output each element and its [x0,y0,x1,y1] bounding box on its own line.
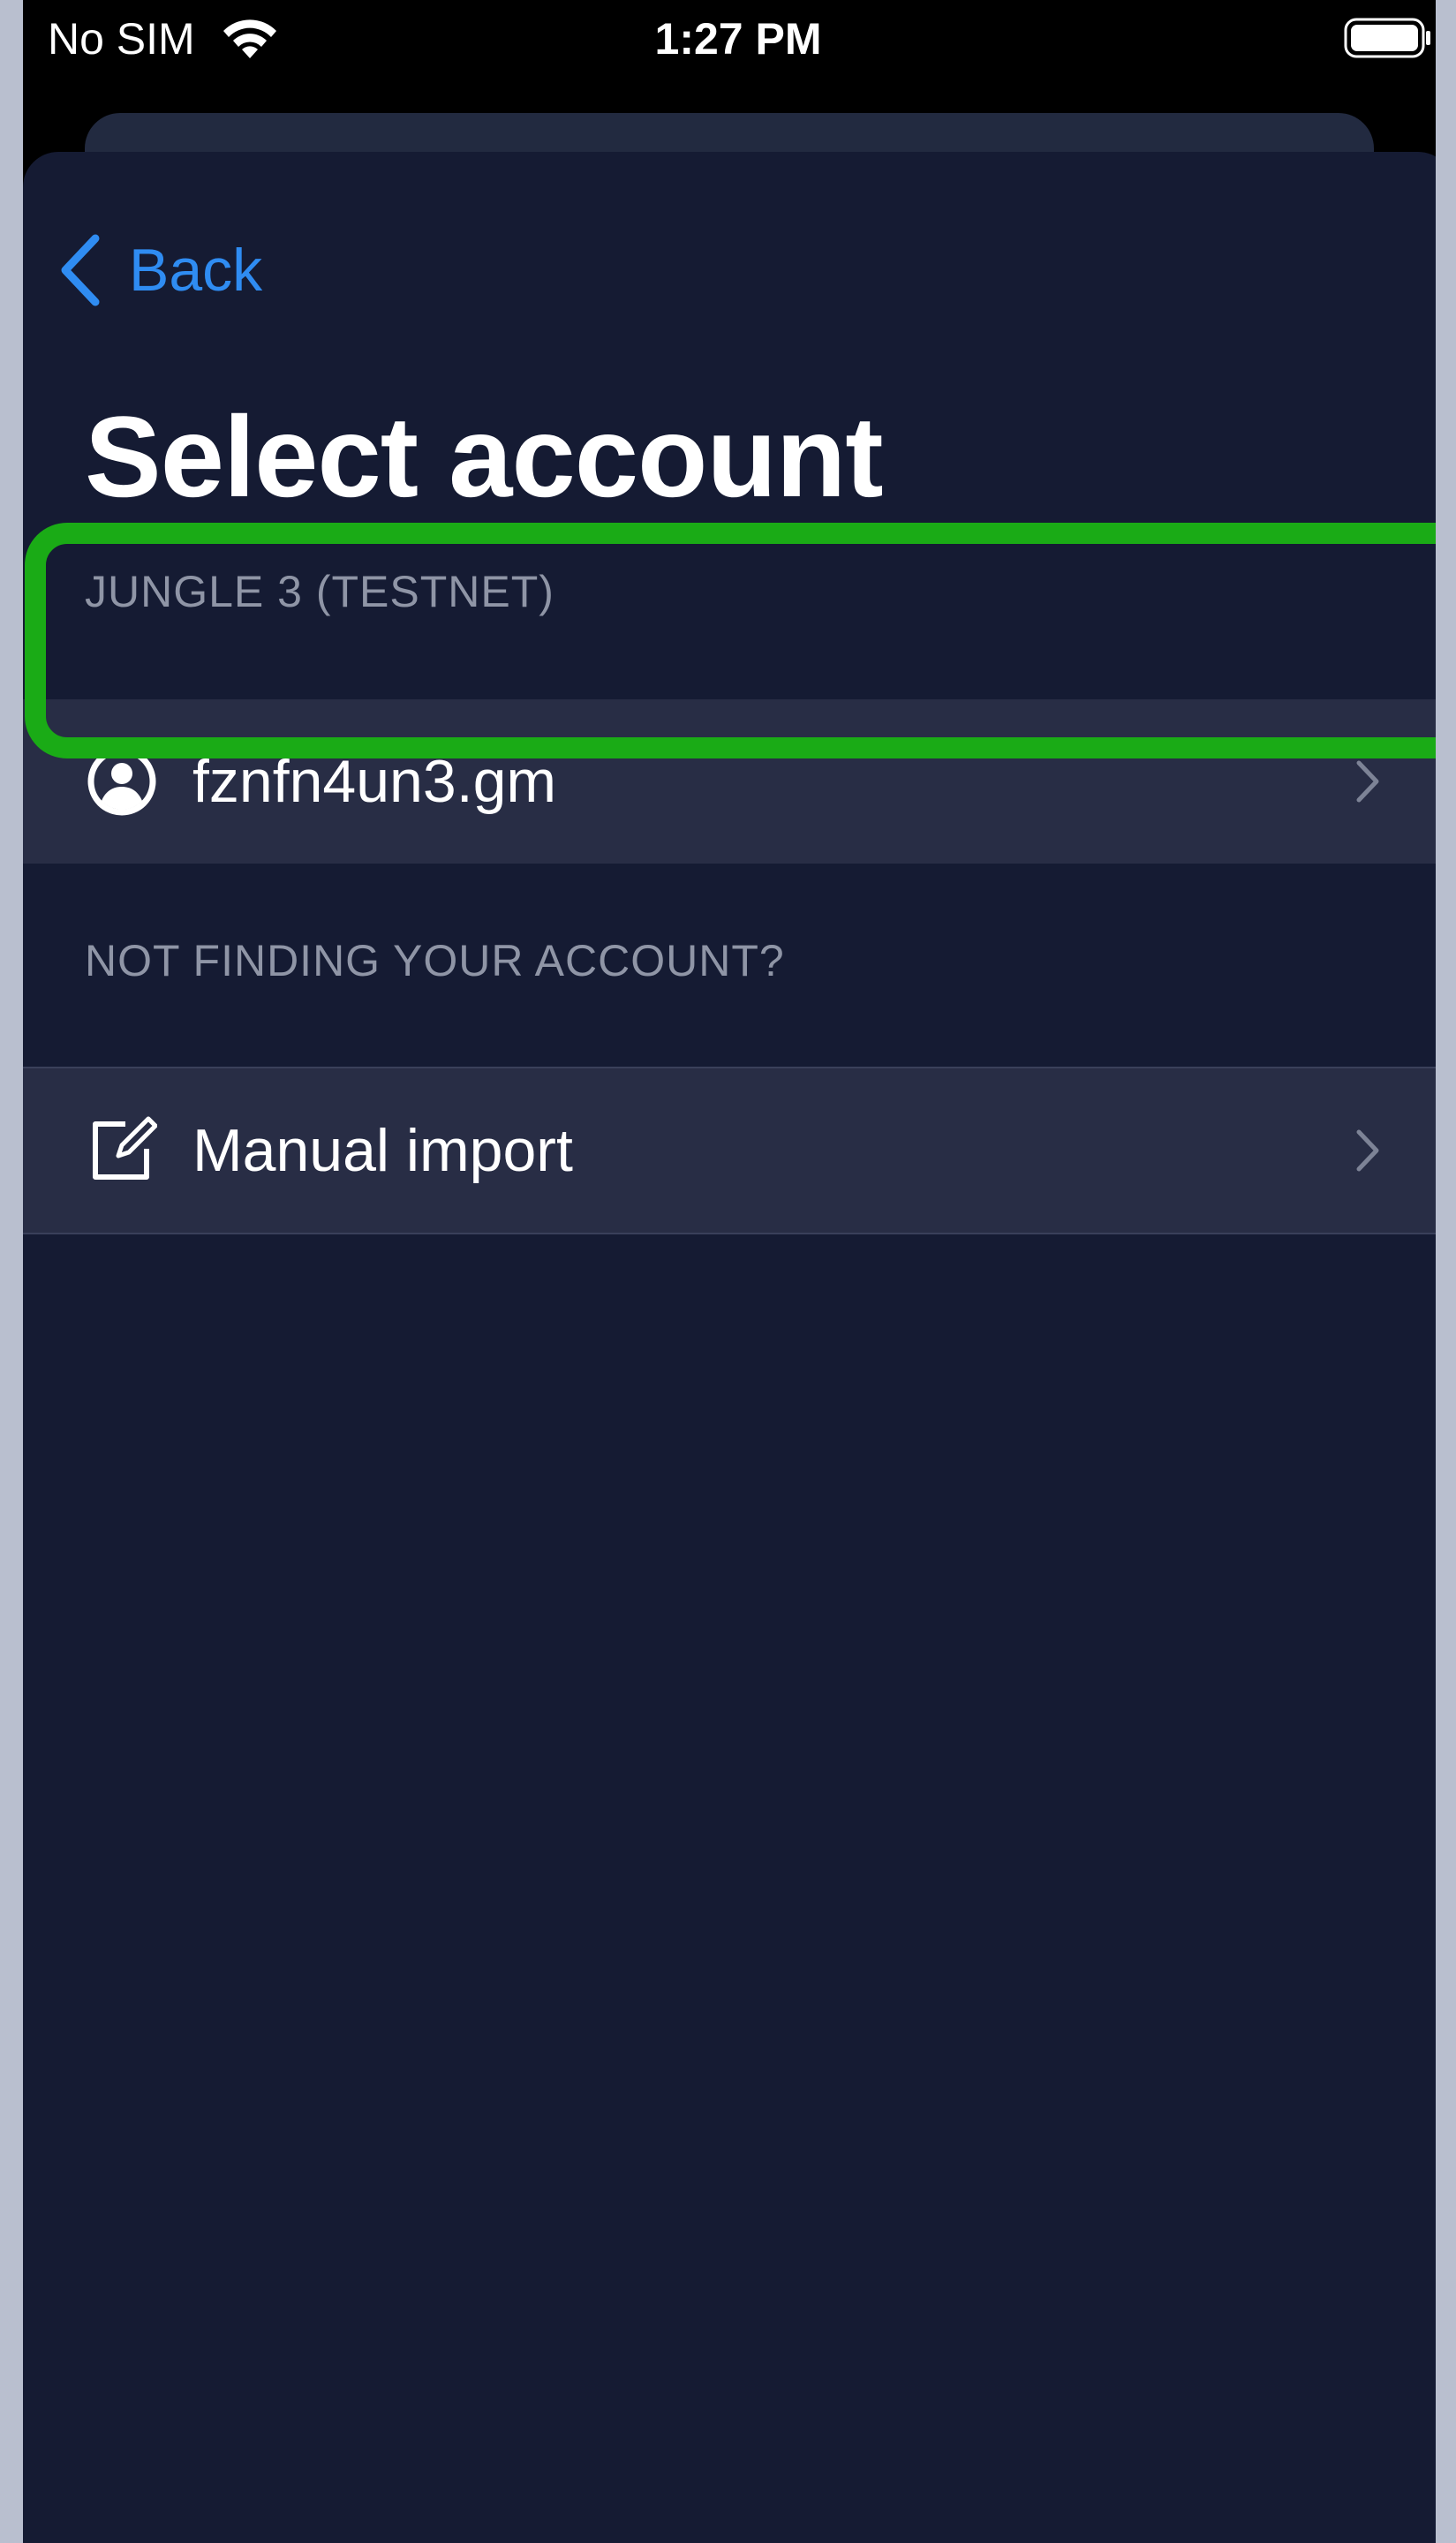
account-name: fznfn4un3.gm [192,748,557,815]
phone-screen: No SIM 1:27 PM Back Select account JUNGL… [23,0,1436,2543]
page-title: Select account [85,392,884,521]
chevron-left-icon [61,234,100,306]
chevron-right-icon [1356,1129,1379,1172]
back-label: Back [129,237,263,304]
chevron-right-icon [1356,760,1379,803]
network-section-header: JUNGLE 3 (TESTNET) [85,567,554,616]
select-account-sheet: Back Select account JUNGLE 3 (TESTNET) f… [23,152,1436,2543]
manual-import-row[interactable]: Manual import [23,1067,1436,1234]
manual-import-label: Manual import [192,1117,573,1184]
not-finding-section-header: NOT FINDING YOUR ACCOUNT? [85,936,785,985]
battery-full-icon [1344,18,1430,58]
status-bar: No SIM 1:27 PM [23,0,1436,79]
status-time: 1:27 PM [654,14,822,64]
user-circle-icon [87,747,156,816]
account-row[interactable]: fznfn4un3.gm [23,699,1436,864]
back-button[interactable]: Back [57,226,339,314]
edit-square-icon [93,1116,157,1180]
